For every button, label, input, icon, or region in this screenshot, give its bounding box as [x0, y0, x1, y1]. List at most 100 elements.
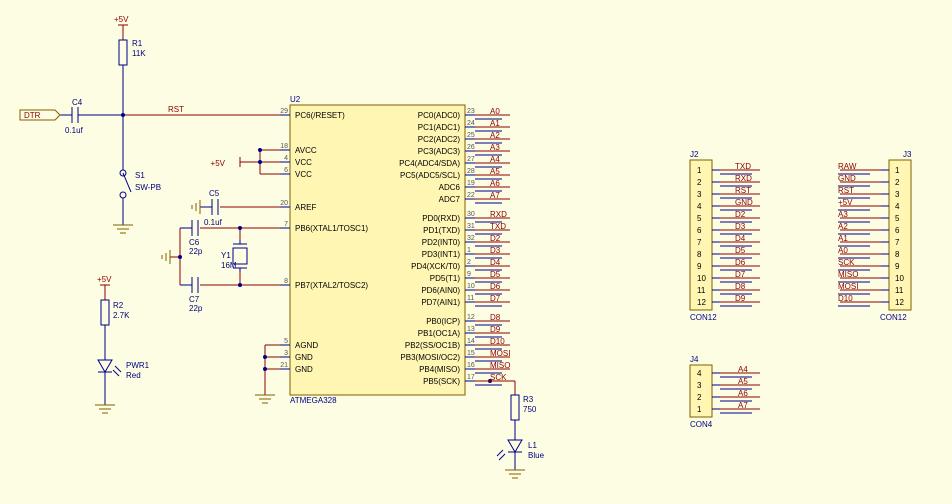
- svg-text:GND: GND: [295, 353, 313, 362]
- svg-text:11: 11: [895, 286, 904, 295]
- svg-text:2: 2: [697, 178, 702, 187]
- svg-text:18: 18: [280, 143, 288, 150]
- aref-section: C5 0.1uf: [192, 189, 290, 227]
- gnd-s1: [113, 225, 133, 233]
- svg-text:PD1(TXD): PD1(TXD): [423, 226, 460, 235]
- svg-text:D4: D4: [490, 258, 501, 267]
- svg-text:C5: C5: [209, 189, 220, 198]
- svg-text:PC1(ADC1): PC1(ADC1): [418, 123, 461, 132]
- svg-text:SCK: SCK: [838, 258, 855, 267]
- svg-text:2: 2: [895, 178, 900, 187]
- svg-text:CON12: CON12: [690, 313, 717, 322]
- svg-text:31: 31: [467, 223, 475, 230]
- svg-text:16: 16: [467, 362, 475, 369]
- svg-text:17: 17: [467, 374, 475, 381]
- svg-text:D9: D9: [490, 325, 501, 334]
- svg-text:D2: D2: [490, 234, 501, 243]
- svg-text:12: 12: [467, 314, 475, 321]
- svg-text:A0: A0: [838, 246, 848, 255]
- svg-text:VCC: VCC: [295, 158, 312, 167]
- svg-text:PB0(ICP): PB0(ICP): [426, 317, 460, 326]
- gnd-c5: [192, 200, 200, 214]
- svg-text:PB3(MOSI/OC2): PB3(MOSI/OC2): [400, 353, 460, 362]
- svg-text:SCK: SCK: [490, 373, 507, 382]
- svg-text:RST: RST: [735, 186, 751, 195]
- net-5v-r1: +5V: [114, 15, 129, 24]
- svg-text:A5: A5: [490, 167, 500, 176]
- svg-text:GND: GND: [735, 198, 753, 207]
- svg-text:25: 25: [467, 132, 475, 139]
- svg-text:D3: D3: [735, 222, 746, 231]
- u2-val: ATMEGA328: [290, 396, 337, 405]
- svg-text:A2: A2: [490, 131, 500, 140]
- svg-text:J4: J4: [690, 355, 699, 364]
- r1-resistor: R1 11K: [119, 39, 146, 115]
- svg-text:A7: A7: [490, 191, 500, 200]
- svg-text:6: 6: [697, 226, 702, 235]
- svg-text:A4: A4: [490, 155, 500, 164]
- svg-text:5: 5: [697, 214, 702, 223]
- svg-text:2: 2: [467, 259, 471, 266]
- sck-led-section: R3 750 L1 Blue: [488, 379, 545, 478]
- svg-text:10: 10: [895, 274, 904, 283]
- svg-text:7: 7: [284, 221, 288, 228]
- svg-text:DTR: DTR: [24, 111, 41, 120]
- svg-text:8: 8: [697, 250, 702, 259]
- r2-resistor: R2 2.7K: [101, 300, 130, 360]
- svg-text:C7: C7: [189, 295, 200, 304]
- svg-text:R2: R2: [113, 301, 124, 310]
- svg-text:D2: D2: [735, 210, 746, 219]
- svg-text:L1: L1: [528, 441, 537, 450]
- reset-section: +5V R1 11K C4 0.1uf DTR RST: [20, 15, 290, 233]
- svg-text:A7: A7: [738, 401, 748, 410]
- svg-text:ADC6: ADC6: [439, 183, 461, 192]
- y1-crystal: Y1 16M: [221, 240, 247, 272]
- svg-text:20: 20: [280, 200, 288, 207]
- svg-text:D5: D5: [490, 270, 501, 279]
- c5-cap: C5 0.1uf: [200, 189, 223, 227]
- svg-text:PB1(OC1A): PB1(OC1A): [418, 329, 461, 338]
- svg-text:5: 5: [284, 338, 288, 345]
- svg-text:PB7(XTAL2/TOSC2): PB7(XTAL2/TOSC2): [295, 281, 368, 290]
- svg-text:D6: D6: [490, 282, 501, 291]
- svg-text:PD0(RXD): PD0(RXD): [422, 214, 460, 223]
- svg-text:TXD: TXD: [735, 162, 751, 171]
- svg-text:A5: A5: [738, 377, 748, 386]
- gnd-xtal: [162, 250, 170, 264]
- svg-text:3: 3: [697, 190, 702, 199]
- svg-text:PC0(ADC0): PC0(ADC0): [418, 111, 461, 120]
- svg-text:J3: J3: [903, 150, 912, 159]
- gnd-pwr: [95, 405, 115, 413]
- s1-button: S1 SW-PB: [120, 115, 161, 225]
- svg-text:PB5(SCK): PB5(SCK): [423, 377, 460, 386]
- svg-text:22: 22: [467, 192, 475, 199]
- svg-text:0.1uf: 0.1uf: [65, 126, 84, 135]
- svg-text:13: 13: [467, 326, 475, 333]
- svg-text:D7: D7: [490, 294, 501, 303]
- svg-text:R3: R3: [523, 395, 534, 404]
- svg-text:AVCC: AVCC: [295, 146, 317, 155]
- svg-text:CON12: CON12: [880, 313, 907, 322]
- svg-text:PC4(ADC4/SDA): PC4(ADC4/SDA): [399, 159, 460, 168]
- crystal-section: Y1 16M C6 22p C7 22p: [162, 220, 290, 313]
- pwr1-led: PWR1 Red: [98, 360, 150, 405]
- svg-text:Red: Red: [126, 371, 141, 380]
- svg-text:3: 3: [895, 190, 900, 199]
- svg-text:8: 8: [284, 278, 288, 285]
- svg-text:10: 10: [467, 283, 475, 290]
- svg-text:21: 21: [280, 362, 288, 369]
- svg-text:4: 4: [284, 155, 288, 162]
- svg-text:RAW: RAW: [838, 162, 857, 171]
- svg-text:A0: A0: [490, 107, 500, 116]
- svg-text:11K: 11K: [132, 49, 146, 58]
- svg-text:GND: GND: [838, 174, 856, 183]
- r3-resistor: R3 750: [511, 395, 537, 440]
- svg-text:11: 11: [467, 295, 474, 302]
- svg-text:4: 4: [697, 369, 702, 378]
- svg-text:MOSI: MOSI: [838, 282, 858, 291]
- svg-text:27: 27: [467, 156, 475, 163]
- svg-text:R1: R1: [132, 39, 143, 48]
- svg-text:4: 4: [895, 202, 900, 211]
- svg-text:A6: A6: [490, 179, 500, 188]
- svg-text:9: 9: [467, 271, 471, 278]
